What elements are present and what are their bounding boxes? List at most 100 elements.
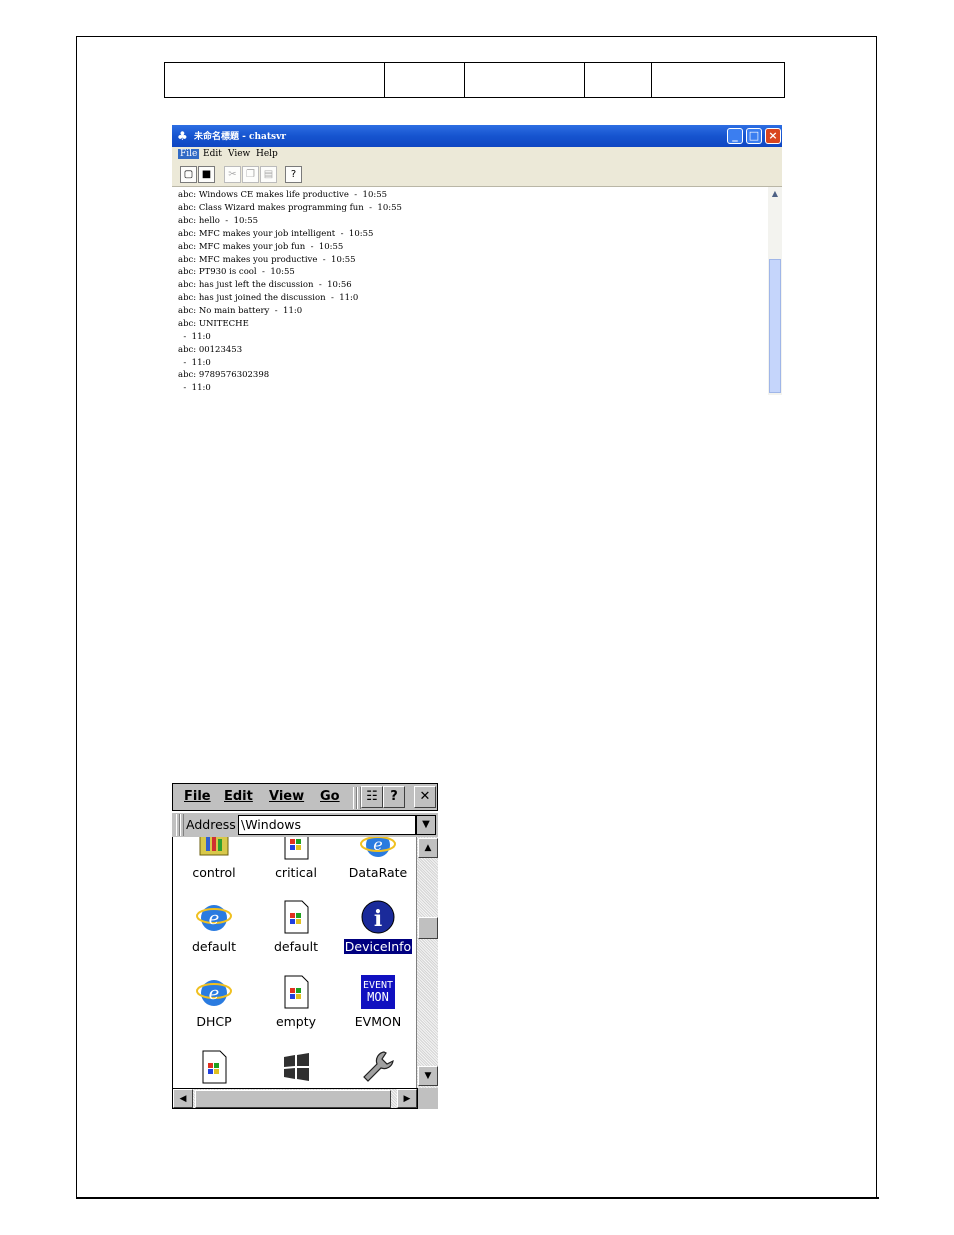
scroll-up-icon[interactable]: ▲ — [418, 838, 438, 858]
file-item[interactable] — [337, 1049, 416, 1088]
chat-line: abc: No main battery - 11:0 — [178, 306, 303, 316]
title-bar[interactable]: ♣ 未命名標題 - chatsvr _ □ × — [172, 125, 782, 147]
chat-line: abc: 9789576302398 — [178, 370, 270, 380]
event-monitor-icon: EVENT MON — [361, 975, 395, 1009]
file-label: empty — [275, 1014, 317, 1029]
cut-icon[interactable]: ✂ — [224, 166, 241, 183]
internet-explorer-icon: e — [196, 980, 232, 1006]
file-label: DHCP — [196, 1014, 232, 1029]
file-label: EVMON — [354, 1014, 402, 1029]
chat-line: abc: MFC makes you productive - 10:55 — [178, 255, 356, 265]
address-dropdown-icon[interactable]: ▼ — [416, 815, 436, 835]
chat-line: abc: PT930 is cool - 10:55 — [178, 267, 295, 277]
file-item[interactable]: default — [255, 899, 337, 973]
close-button[interactable]: × — [765, 128, 781, 144]
file-item[interactable]: control — [173, 837, 255, 899]
explorer-horizontal-scrollbar[interactable]: ◀ ▶ — [172, 1088, 418, 1109]
menu-file[interactable]: File — [178, 149, 200, 159]
chat-line: - 11:0 — [178, 332, 211, 342]
info-icon: i — [361, 900, 395, 934]
scroll-down-icon[interactable]: ▼ — [418, 1066, 438, 1086]
chat-line: abc: Windows CE makes life productive - … — [178, 190, 388, 200]
scrollbar-corner — [418, 1088, 438, 1109]
menu-bar: File Edit View Help — [172, 147, 782, 163]
file-item-selected[interactable]: i DeviceInfo — [337, 899, 416, 973]
chat-line: abc: UNITECHE — [178, 319, 249, 329]
address-label: Address — [186, 817, 236, 832]
help-icon[interactable]: ? — [285, 166, 302, 183]
header-cell — [164, 62, 385, 98]
file-label: default — [274, 939, 318, 954]
file-item[interactable]: empty — [255, 974, 337, 1048]
paste-icon[interactable]: ▤ — [260, 166, 277, 183]
chat-line: abc: hello - 10:55 — [178, 216, 259, 226]
windows-logo-icon — [284, 1053, 309, 1081]
wrench-icon — [363, 1051, 394, 1082]
chat-line: - 11:0 — [178, 358, 211, 368]
svg-text:e: e — [209, 908, 220, 929]
page-bottom-rule — [76, 1197, 879, 1199]
windows-file-icon — [284, 837, 309, 860]
menu-help[interactable]: Help — [256, 149, 278, 159]
close-button[interactable]: ✕ — [414, 786, 436, 808]
chat-line: abc: has just joined the discussion - 11… — [178, 293, 359, 303]
help-button[interactable]: ? — [383, 786, 405, 808]
chat-line: abc: Class Wizard makes programming fun … — [178, 203, 402, 213]
internet-explorer-icon: e — [196, 905, 232, 931]
scroll-thumb[interactable] — [418, 917, 438, 939]
explorer-menu-go[interactable]: Go — [320, 789, 340, 804]
save-icon[interactable]: ■ — [198, 166, 215, 183]
file-item[interactable]: critical — [255, 837, 337, 899]
file-label: default — [192, 939, 236, 954]
explorer-menu-view[interactable]: View — [269, 789, 304, 804]
file-label: critical — [275, 865, 317, 880]
file-item[interactable] — [173, 1049, 255, 1088]
file-label: DeviceInfo — [337, 938, 416, 955]
windows-file-icon — [284, 900, 309, 934]
properties-icon[interactable]: ☷ — [361, 786, 383, 808]
header-cell — [464, 62, 585, 98]
file-item[interactable]: e DHCP — [173, 974, 255, 1048]
windows-file-icon — [202, 1050, 227, 1084]
file-item[interactable]: EVENT MON EVMON — [337, 974, 416, 1048]
chat-scrollbar[interactable]: ▲ — [768, 187, 782, 395]
chat-line: abc: MFC makes your job fun - 10:55 — [178, 242, 344, 252]
internet-explorer-icon: e — [360, 837, 396, 857]
scroll-up-icon[interactable]: ▲ — [768, 189, 782, 201]
scroll-right-icon[interactable]: ▶ — [397, 1089, 417, 1108]
menu-edit[interactable]: Edit — [203, 149, 222, 159]
explorer-menu-file[interactable]: File — [184, 789, 211, 804]
chat-line: - 11:0 — [178, 383, 211, 393]
header-table — [164, 62, 785, 98]
selected-label: DeviceInfo — [342, 938, 414, 955]
svg-text:MON: MON — [367, 990, 389, 1004]
file-item[interactable] — [255, 1049, 337, 1088]
app-icon: ♣ — [177, 129, 188, 143]
chat-log[interactable]: abc: Windows CE makes life productive - … — [172, 187, 782, 395]
new-icon[interactable]: ▢ — [180, 166, 197, 183]
chat-line: abc: MFC makes your job intelligent - 10… — [178, 229, 374, 239]
minimize-button[interactable]: _ — [727, 128, 743, 144]
copy-icon[interactable]: ❐ — [242, 166, 259, 183]
header-cell — [584, 62, 652, 98]
explorer-vertical-scrollbar[interactable]: ▲ ▼ — [416, 837, 438, 1088]
horizontal-scroll-thumb[interactable] — [195, 1090, 391, 1108]
file-item[interactable]: e DataRate — [337, 837, 416, 899]
window-title: 未命名標題 - chatsvr — [194, 132, 287, 142]
scroll-thumb[interactable] — [769, 259, 781, 393]
explorer-menu-edit[interactable]: Edit — [224, 789, 253, 804]
svg-text:e: e — [373, 837, 382, 854]
maximize-button[interactable]: □ — [746, 128, 762, 144]
address-input[interactable]: \Windows — [238, 815, 416, 835]
chat-line: abc: 00123453 — [178, 345, 243, 355]
file-label: control — [192, 865, 236, 880]
menu-view[interactable]: View — [228, 149, 250, 159]
file-view: control critical e DataRate e default de… — [172, 837, 416, 1088]
scroll-left-icon[interactable]: ◀ — [173, 1089, 193, 1108]
chat-window: ♣ 未命名標題 - chatsvr _ □ × File Edit View H… — [172, 125, 782, 395]
chat-line: abc: has just left the discussion - 10:5… — [178, 280, 352, 290]
file-item[interactable]: e default — [173, 899, 255, 973]
explorer-window: File Edit View Go ☷ ? ✕ Address \Windows… — [172, 783, 438, 1109]
header-cell — [384, 62, 465, 98]
toolbar-grip[interactable] — [180, 814, 184, 836]
